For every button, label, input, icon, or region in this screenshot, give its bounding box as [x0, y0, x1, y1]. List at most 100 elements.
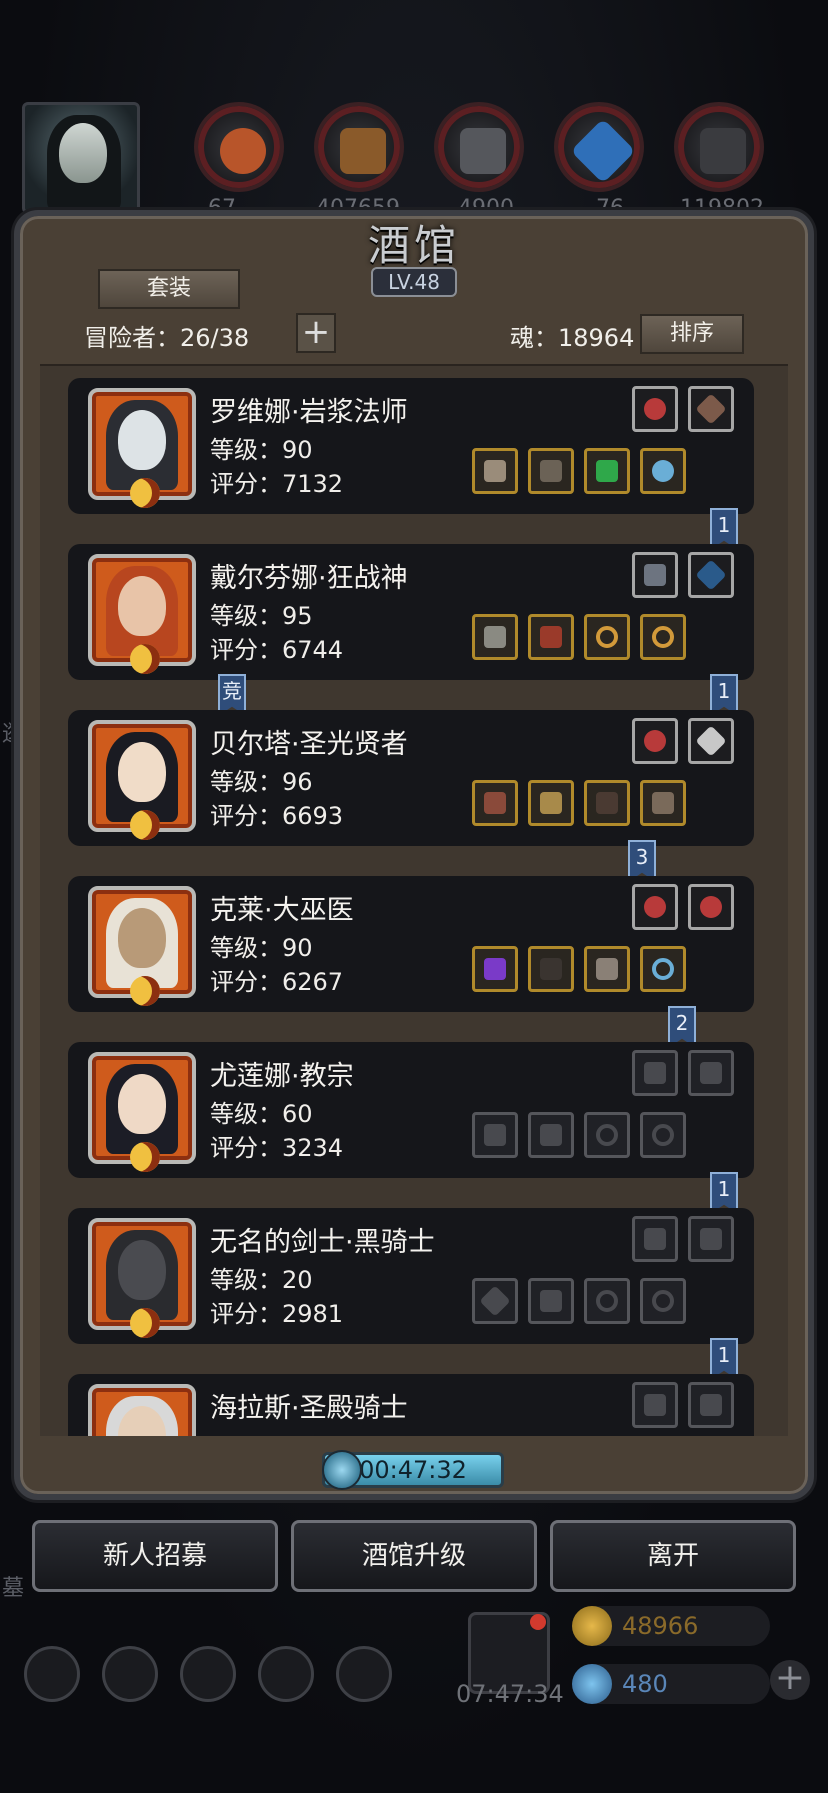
hero-list[interactable]: 罗维娜·岩浆法师 等级：90 评分：7132 1 戴尔芬娜·狂战神 等级：95 …: [40, 364, 788, 1436]
hero-name: 罗维娜·岩浆法师: [210, 397, 408, 428]
meat-icon[interactable]: [194, 102, 284, 192]
hero-name: 无名的剑士·黑骑士: [210, 1227, 435, 1258]
hero-card[interactable]: 克莱·大巫医 等级：90 评分：6267: [68, 876, 754, 1012]
panel-header: 冒险者：26/38 + 魂：18964 排序: [84, 312, 744, 356]
background-hint-text: 墓: [2, 1576, 25, 1601]
hero-portrait: [88, 720, 196, 840]
add-currency-button[interactable]: +: [770, 1660, 810, 1700]
empty-gear-slot[interactable]: [688, 1382, 734, 1428]
hero-name: 克莱·大巫医: [210, 895, 354, 926]
armor-slot[interactable]: [584, 780, 630, 826]
empty-weapon-slot[interactable]: [472, 1278, 518, 1324]
empty-gear-slot[interactable]: [688, 1216, 734, 1262]
hero-level: 等级：90: [210, 436, 313, 464]
notification-dot: [530, 1614, 546, 1630]
gear-slot[interactable]: [688, 552, 734, 598]
hero-card[interactable]: 戴尔芬娜·狂战神 等级：95 评分：6744: [68, 544, 754, 680]
hero-level: 等级：90: [210, 934, 313, 962]
empty-armor-slot[interactable]: [528, 1112, 574, 1158]
gem-amount: 480: [622, 1670, 668, 1698]
ring-slot[interactable]: [640, 448, 686, 494]
hero-card[interactable]: 贝尔塔·圣光贤者 等级：96 评分：6693: [68, 710, 754, 846]
hero-name: 尤莲娜·教宗: [210, 1061, 354, 1092]
empty-ring-slot[interactable]: [640, 1112, 686, 1158]
empty-gear-slot[interactable]: [632, 1216, 678, 1262]
hero-name: 贝尔塔·圣光贤者: [210, 729, 408, 760]
menu-icon[interactable]: [102, 1646, 158, 1702]
accessory-slot[interactable]: [584, 448, 630, 494]
moon-icon: [130, 976, 160, 1006]
hero-score: 评分：7132: [210, 470, 344, 498]
tavern-level-badge: LV.48: [371, 267, 457, 297]
inventory-icon[interactable]: [180, 1646, 236, 1702]
recruit-button[interactable]: 新人招募: [32, 1520, 278, 1592]
weapon-slot[interactable]: [472, 946, 518, 992]
empty-ring-slot[interactable]: [584, 1112, 630, 1158]
hero-name: 戴尔芬娜·狂战神: [210, 563, 408, 594]
gem-icon: [572, 1664, 612, 1704]
ring-slot[interactable]: [584, 614, 630, 660]
hero-portrait: [88, 1218, 196, 1338]
hero-card[interactable]: 罗维娜·岩浆法师 等级：90 评分：7132: [68, 378, 754, 514]
stone-icon[interactable]: [434, 102, 524, 192]
ring-slot[interactable]: [640, 614, 686, 660]
hero-portrait: [88, 886, 196, 1006]
armor-slot[interactable]: [528, 448, 574, 494]
ring-slot[interactable]: [640, 946, 686, 992]
hero-score: 评分：6693: [210, 802, 344, 830]
hero-card[interactable]: 无名的剑士·黑骑士 等级：20 评分：2981: [68, 1208, 754, 1344]
hero-level: 等级：60: [210, 1100, 313, 1128]
panel-title: 酒馆: [367, 221, 460, 270]
iron-icon[interactable]: [674, 102, 764, 192]
empty-gear-slot[interactable]: [688, 1050, 734, 1096]
gear-slot[interactable]: [688, 718, 734, 764]
hero-name: 海拉斯·圣殿骑士: [210, 1393, 408, 1424]
gold-amount: 48966: [622, 1612, 699, 1640]
quest-icon[interactable]: [336, 1646, 392, 1702]
clock-icon: [322, 1450, 362, 1490]
gear-slot[interactable]: [688, 386, 734, 432]
empty-weapon-slot[interactable]: [472, 1112, 518, 1158]
accessory-slot[interactable]: [584, 946, 630, 992]
hero-score: 评分：3234: [210, 1134, 344, 1162]
armor-slot[interactable]: [528, 946, 574, 992]
player-avatar[interactable]: [22, 102, 140, 214]
empty-gear-slot[interactable]: [632, 1382, 678, 1428]
gift-timer: 07:47:34: [456, 1680, 564, 1708]
hero-level: 等级：95: [210, 602, 313, 630]
upgrade-tavern-button[interactable]: 酒馆升级: [291, 1520, 537, 1592]
weapon-slot[interactable]: [472, 780, 518, 826]
moon-icon: [130, 1308, 160, 1338]
sort-button[interactable]: 排序: [640, 314, 744, 354]
weapon-slot[interactable]: [472, 448, 518, 494]
moon-icon: [130, 644, 160, 674]
helmet-slot[interactable]: [640, 780, 686, 826]
gear-slot[interactable]: [632, 386, 678, 432]
gear-slot[interactable]: [688, 884, 734, 930]
hero-level: 等级：96: [210, 768, 313, 796]
empty-ring-slot[interactable]: [640, 1278, 686, 1324]
settings-icon[interactable]: [24, 1646, 80, 1702]
add-adventurer-slot-button[interactable]: +: [296, 313, 336, 353]
leave-button[interactable]: 离开: [550, 1520, 796, 1592]
gear-slot[interactable]: [632, 552, 678, 598]
crystal-icon[interactable]: [554, 102, 644, 192]
hero-portrait: [88, 1384, 196, 1436]
empty-gear-slot[interactable]: [632, 1050, 678, 1096]
hero-card[interactable]: 海拉斯·圣殿骑士: [68, 1374, 754, 1436]
gear-slot[interactable]: [632, 718, 678, 764]
armor-slot[interactable]: [528, 614, 574, 660]
suits-button[interactable]: 套装: [98, 269, 240, 309]
empty-armor-slot[interactable]: [528, 1278, 574, 1324]
empty-ring-slot[interactable]: [584, 1278, 630, 1324]
moon-icon: [130, 478, 160, 508]
hero-card[interactable]: 尤莲娜·教宗 等级：60 评分：3234: [68, 1042, 754, 1178]
hero-score: 评分：6744: [210, 636, 344, 664]
weapon-slot[interactable]: [472, 614, 518, 660]
wood-icon[interactable]: [314, 102, 404, 192]
mail-icon[interactable]: [258, 1646, 314, 1702]
gear-slot[interactable]: [632, 884, 678, 930]
hero-portrait: [88, 1052, 196, 1172]
adventurer-count: 冒险者：26/38: [84, 324, 250, 352]
armor-slot[interactable]: [528, 780, 574, 826]
